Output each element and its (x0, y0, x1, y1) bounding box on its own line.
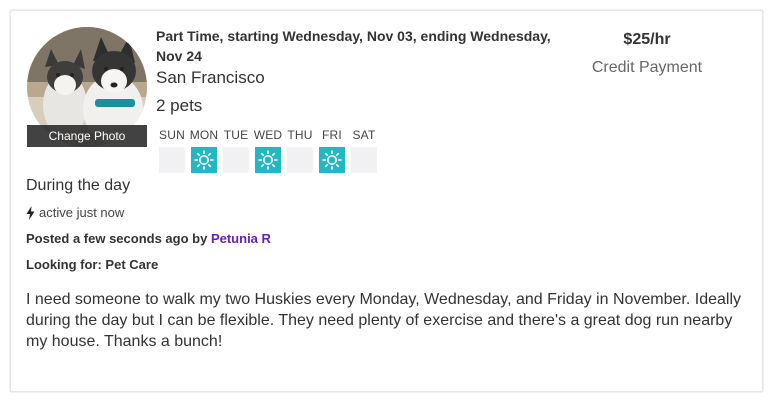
day-wed: WED (252, 127, 284, 173)
sun-icon (258, 150, 278, 170)
lightning-bolt-icon (26, 205, 35, 220)
sun-icon (194, 150, 214, 170)
day-thu: THU (284, 127, 316, 173)
job-description: I need someone to walk my two Huskies ev… (26, 291, 742, 350)
day-sun: SUN (156, 127, 188, 173)
day-label: MON (189, 128, 219, 142)
day-box (191, 147, 217, 173)
day-label: FRI (322, 128, 342, 142)
activity-status: active just now (26, 205, 124, 220)
city-label: San Francisco (156, 68, 265, 87)
schedule-title: Part Time, starting Wednesday, Nov 03, e… (156, 28, 551, 64)
day-mon: MON (188, 127, 220, 173)
day-box (223, 147, 249, 173)
day-label: WED (253, 128, 283, 142)
day-label: THU (287, 128, 313, 142)
day-tue: TUE (220, 127, 252, 173)
day-label: SAT (352, 128, 376, 142)
poster-name-link[interactable]: Petunia R (211, 231, 271, 246)
day-box (255, 147, 281, 173)
sun-icon (322, 150, 342, 170)
day-box (319, 147, 345, 173)
day-label: SUN (159, 128, 185, 142)
day-box (159, 147, 185, 173)
day-label: TUE (223, 128, 249, 142)
time-of-day: During the day (26, 177, 131, 194)
weekday-schedule: SUN MON TUE WED THU FRI SAT (156, 127, 380, 173)
hourly-rate: $25/hr (623, 31, 671, 48)
day-box (287, 147, 313, 173)
posted-info: Posted a few seconds ago by Petunia R (26, 231, 271, 246)
day-fri: FRI (316, 127, 348, 173)
change-photo-button[interactable]: Change Photo (27, 125, 147, 147)
payment-method: Credit Payment (591, 59, 703, 76)
posted-prefix: Posted a few seconds ago by (26, 231, 208, 246)
activity-label: active just now (39, 205, 125, 220)
day-box (351, 147, 377, 173)
looking-for: Looking for: Pet Care (26, 257, 159, 272)
day-sat: SAT (348, 127, 380, 173)
job-card: Change Photo Part Time, starting Wednesd… (10, 10, 763, 392)
pets-count: 2 pets (156, 96, 203, 115)
